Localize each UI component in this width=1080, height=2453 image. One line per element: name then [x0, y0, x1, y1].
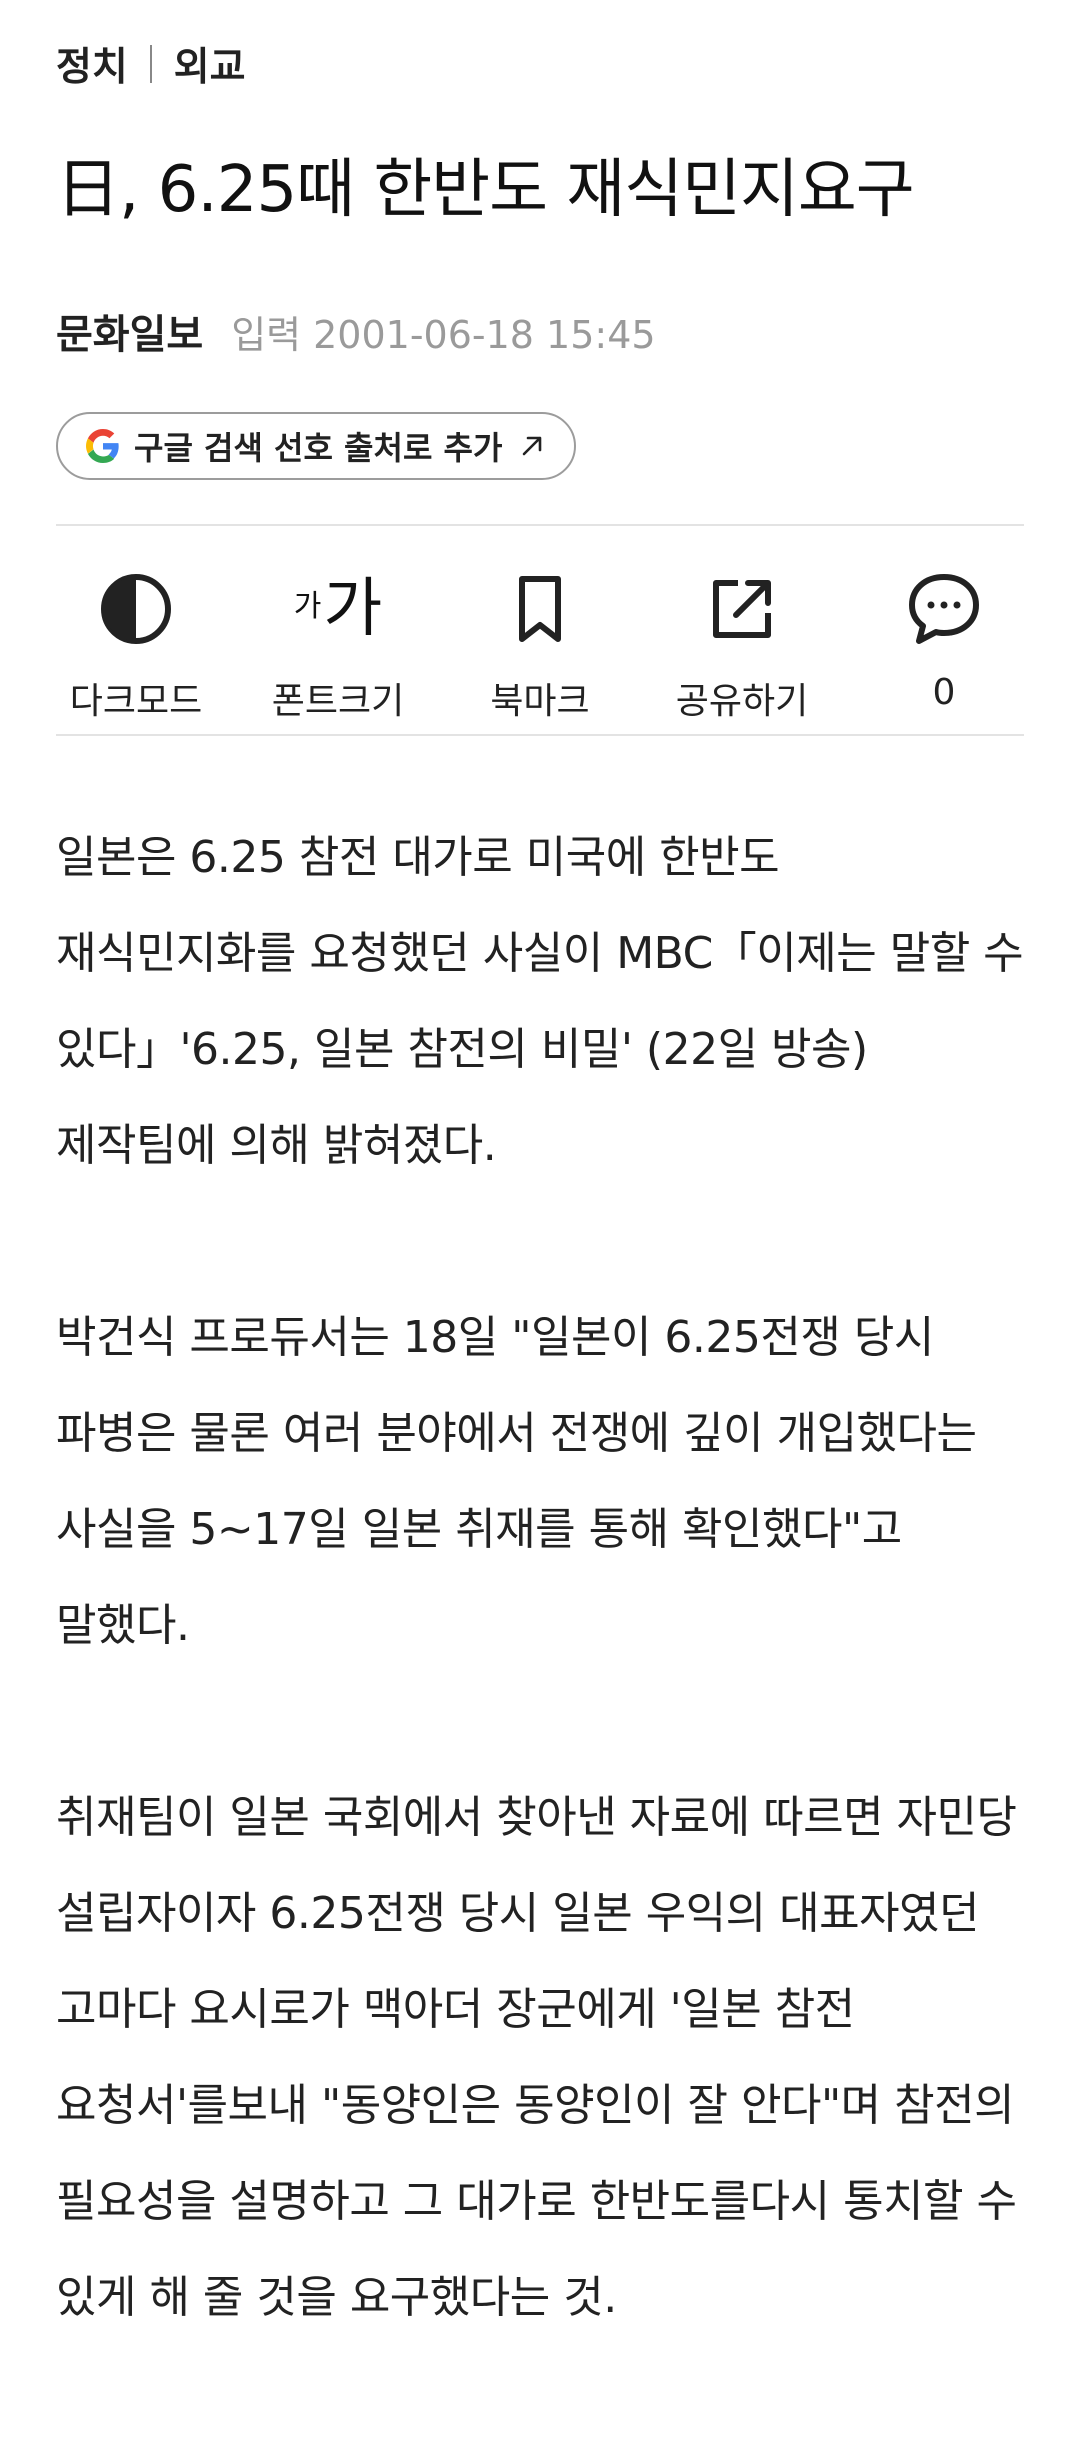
- comment-bubble-icon: [909, 574, 979, 644]
- font-size-button[interactable]: 가 가 폰트크기: [258, 540, 418, 730]
- article-toolbar: 다크모드 가 가 폰트크기 북마크 공유하기 0: [56, 540, 1024, 730]
- comment-count: 0: [932, 672, 956, 713]
- dark-mode-button[interactable]: 다크모드: [56, 540, 216, 730]
- dark-mode-label: 다크모드: [69, 681, 203, 722]
- breadcrumb-section[interactable]: 정치: [56, 36, 128, 92]
- breadcrumb-separator: [149, 45, 152, 83]
- article-paragraph: 박건식 프로듀서는 18일 "일본이 6.25전쟁 당시 파병은 물론 여러 분…: [56, 1312, 977, 1651]
- share-label: 공유하기: [675, 681, 809, 722]
- toolbar-top-divider: [56, 524, 1024, 526]
- article-paragraph: 일본은 6.25 참전 대가로 미국에 한반도 재식민지화를 요청했던 사실이 …: [56, 832, 1024, 1171]
- add-google-preferred-source-button[interactable]: 구글 검색 선호 출처로 추가: [56, 412, 577, 480]
- toolbar-bottom-divider: [56, 734, 1024, 736]
- article-body: 일본은 6.25 참전 대가로 미국에 한반도 재식민지화를 요청했던 사실이 …: [56, 810, 1030, 2442]
- external-arrow-icon: [518, 432, 546, 460]
- font-size-icon: 가 가: [294, 577, 383, 641]
- article-page: 정치 외교 日, 6.25때 한반도 재식민지요구 문화일보 입력 2001-0…: [0, 0, 1080, 2453]
- font-size-label: 폰트크기: [271, 681, 405, 722]
- bookmark-label: 북마크: [490, 681, 590, 722]
- bookmark-icon: [519, 576, 561, 642]
- article-title: 日, 6.25때 한반도 재식민지요구: [56, 153, 915, 227]
- bookmark-button[interactable]: 북마크: [460, 540, 620, 730]
- add-google-preferred-source-label: 구글 검색 선호 출처로 추가: [134, 429, 503, 467]
- google-g-icon: [86, 429, 120, 463]
- publisher-name[interactable]: 문화일보: [56, 302, 203, 360]
- font-size-small-glyph: 가: [293, 589, 322, 624]
- share-button[interactable]: 공유하기: [662, 540, 822, 730]
- publish-date: 2001-06-18 15:45: [313, 313, 656, 357]
- comments-button[interactable]: 0: [864, 540, 1024, 730]
- article-meta: 문화일보 입력 2001-06-18 15:45: [56, 302, 656, 360]
- date-label: 입력: [231, 313, 302, 357]
- breadcrumb: 정치 외교: [56, 36, 246, 92]
- article-paragraph: 취재팀이 일본 국회에서 찾아낸 자료에 따르면 자민당 설립자이자 6.25전…: [56, 1792, 1017, 2323]
- breadcrumb-subsection[interactable]: 외교: [174, 36, 246, 92]
- font-size-big-glyph: 가: [323, 572, 383, 646]
- share-icon: [713, 580, 771, 638]
- half-circle-icon: [101, 574, 171, 644]
